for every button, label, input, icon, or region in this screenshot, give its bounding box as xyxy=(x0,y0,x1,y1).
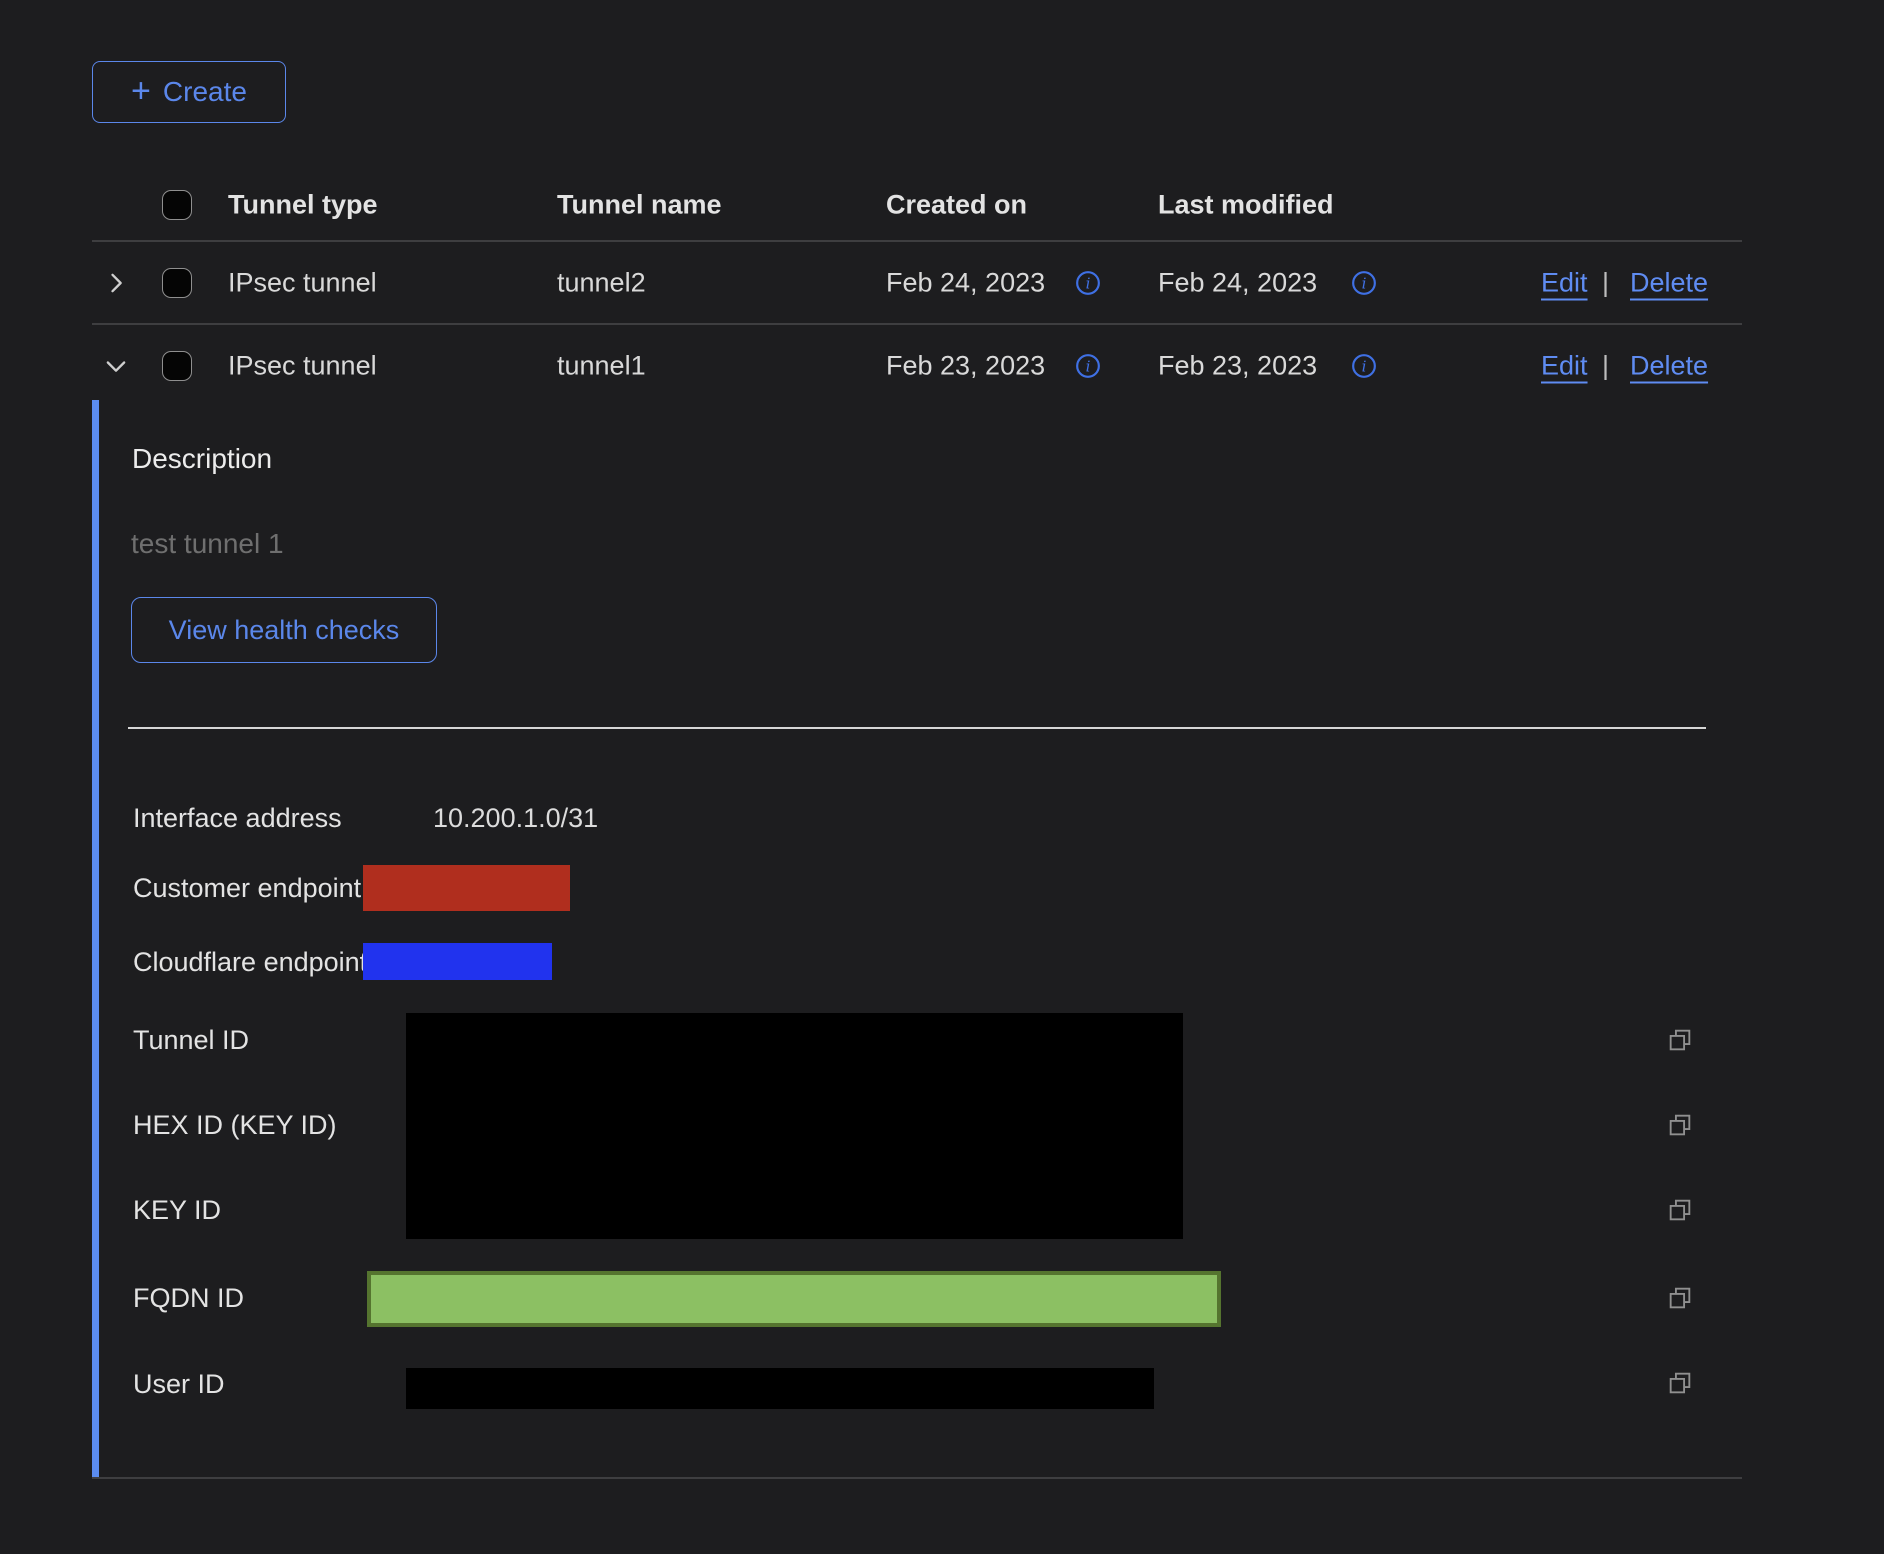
expanded-row-bottom-divider xyxy=(92,1477,1742,1479)
link-separator: | xyxy=(1602,267,1609,298)
info-icon[interactable]: i xyxy=(1075,270,1101,296)
ids-redacted-value xyxy=(406,1013,1183,1239)
description-label: Description xyxy=(132,443,272,475)
copy-icon[interactable] xyxy=(1666,1111,1694,1139)
cloudflare-endpoint-redacted-value xyxy=(363,943,552,980)
last-modified-value: Feb 24, 2023 xyxy=(1158,267,1317,298)
info-icon[interactable]: i xyxy=(1351,353,1377,379)
tunnels-page: + Create Tunnel type Tunnel name Created… xyxy=(0,0,1884,1554)
copy-icon[interactable] xyxy=(1666,1369,1694,1397)
select-all-checkbox[interactable] xyxy=(162,190,192,220)
customer-endpoint-redacted-value xyxy=(363,865,570,911)
expanded-row-accent-bar xyxy=(92,400,99,1478)
plus-icon: + xyxy=(131,74,151,108)
svg-text:i: i xyxy=(1086,357,1091,375)
info-icon[interactable]: i xyxy=(1351,270,1377,296)
key-id-label: KEY ID xyxy=(133,1193,221,1227)
delete-link[interactable]: Delete xyxy=(1630,267,1708,298)
tunnel-type-value: IPsec tunnel xyxy=(228,351,377,382)
user-id-redacted-value xyxy=(406,1368,1154,1409)
row-checkbox[interactable] xyxy=(162,268,192,298)
svg-text:i: i xyxy=(1086,274,1091,292)
chevron-right-icon[interactable] xyxy=(102,269,130,297)
svg-text:i: i xyxy=(1362,274,1367,292)
create-button-label: Create xyxy=(163,76,247,108)
tunnel-id-label: Tunnel ID xyxy=(133,1023,249,1057)
table-header-row: Tunnel type Tunnel name Created on Last … xyxy=(92,170,1742,242)
header-last-modified: Last modified xyxy=(1158,190,1334,221)
view-health-checks-button[interactable]: View health checks xyxy=(131,597,437,663)
customer-endpoint-label: Customer endpoint xyxy=(133,871,361,905)
tunnel-name-value: tunnel2 xyxy=(557,267,646,298)
info-icon[interactable]: i xyxy=(1075,353,1101,379)
interface-address-value: 10.200.1.0/31 xyxy=(433,801,598,835)
edit-link[interactable]: Edit xyxy=(1541,351,1588,382)
copy-icon[interactable] xyxy=(1666,1196,1694,1224)
user-id-label: User ID xyxy=(133,1367,225,1401)
create-button[interactable]: + Create xyxy=(92,61,286,123)
copy-icon[interactable] xyxy=(1666,1026,1694,1054)
delete-link[interactable]: Delete xyxy=(1630,351,1708,382)
fqdn-id-label: FQDN ID xyxy=(133,1281,244,1315)
chevron-down-icon[interactable] xyxy=(102,352,130,380)
header-tunnel-type: Tunnel type xyxy=(228,190,378,221)
header-created-on: Created on xyxy=(886,190,1027,221)
view-health-checks-label: View health checks xyxy=(169,615,400,646)
copy-icon[interactable] xyxy=(1666,1284,1694,1312)
row-checkbox[interactable] xyxy=(162,351,192,381)
link-separator: | xyxy=(1602,351,1609,382)
description-text: test tunnel 1 xyxy=(131,528,284,560)
fqdn-id-redacted-value xyxy=(367,1271,1221,1327)
created-on-value: Feb 24, 2023 xyxy=(886,267,1045,298)
last-modified-value: Feb 23, 2023 xyxy=(1158,351,1317,382)
table-row: IPsec tunnel tunnel1 Feb 23, 2023 i Feb … xyxy=(92,325,1742,407)
table-row: IPsec tunnel tunnel2 Feb 24, 2023 i Feb … xyxy=(92,242,1742,325)
cloudflare-endpoint-label: Cloudflare endpoint xyxy=(133,945,367,979)
tunnel-name-value: tunnel1 xyxy=(557,351,646,382)
header-tunnel-name: Tunnel name xyxy=(557,190,722,221)
svg-text:i: i xyxy=(1362,357,1367,375)
section-divider xyxy=(128,727,1706,729)
hex-id-label: HEX ID (KEY ID) xyxy=(133,1108,337,1142)
interface-address-label: Interface address xyxy=(133,801,342,835)
created-on-value: Feb 23, 2023 xyxy=(886,351,1045,382)
edit-link[interactable]: Edit xyxy=(1541,267,1588,298)
tunnel-type-value: IPsec tunnel xyxy=(228,267,377,298)
